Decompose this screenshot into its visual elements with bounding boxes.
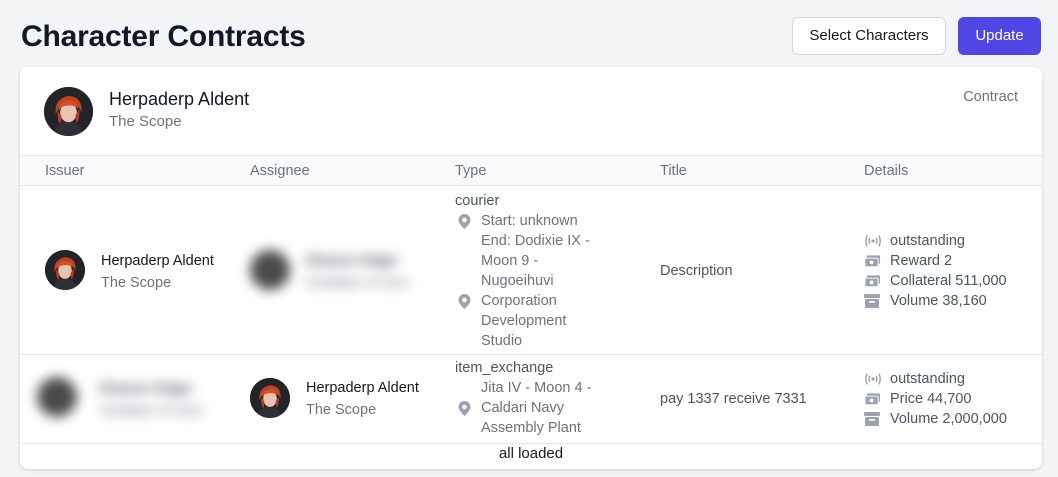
detail-status: outstanding xyxy=(864,231,1007,251)
start-line: Caldari Navy xyxy=(481,400,564,416)
issuer-avatar xyxy=(45,250,85,290)
avatar xyxy=(44,87,93,136)
character-corp: The Scope xyxy=(109,113,182,130)
column-assignee: Assignee xyxy=(250,163,310,179)
start-line: Jita IV - Moon 4 - xyxy=(481,380,592,396)
cash-icon xyxy=(864,255,881,268)
character-header: Herpaderp Aldent The Scope Contract xyxy=(20,67,1042,156)
detail-text: Volume 38,160 xyxy=(890,293,987,309)
archive-box-icon xyxy=(864,412,880,426)
detail-volume: Volume 2,000,000 xyxy=(864,409,1007,429)
update-button[interactable]: Update xyxy=(958,17,1041,55)
type-label: courier xyxy=(455,193,500,209)
detail-text: Collateral 511,000 xyxy=(890,273,1007,289)
end-line: Nugoeihuvi xyxy=(481,273,554,289)
character-portrait-icon xyxy=(44,87,93,136)
page-header: Character Contracts Select Characters Up… xyxy=(21,17,1041,57)
map-pin-icon xyxy=(458,401,471,416)
issuer-avatar xyxy=(37,377,77,417)
character-name: Herpaderp Aldent xyxy=(109,89,250,109)
assignee-avatar xyxy=(250,250,290,290)
page-title: Character Contracts xyxy=(21,20,306,53)
map-pin-icon xyxy=(458,214,471,229)
assignee-name[interactable]: Herpaderp Aldent xyxy=(306,378,419,398)
contract-type: item_exchange Jita IV - Moon 4 - Caldari… xyxy=(455,358,645,438)
select-characters-button[interactable]: Select Characters xyxy=(792,17,946,55)
contract-title: Description xyxy=(660,263,733,279)
cash-icon xyxy=(864,393,881,406)
detail-text: outstanding xyxy=(890,371,965,387)
detail-reward: Reward 2 xyxy=(864,251,1007,271)
issuer-corp: The Scope xyxy=(101,275,172,291)
issuer-name[interactable]: Herpaderp Aldent xyxy=(101,251,214,271)
end-line: Moon 9 - xyxy=(481,253,539,269)
detail-text: Reward 2 xyxy=(890,253,953,269)
end-line: Corporation xyxy=(481,293,557,309)
start-text: Start: unknown xyxy=(481,213,578,229)
start-line: Assembly Plant xyxy=(481,420,581,436)
type-label: item_exchange xyxy=(455,360,554,376)
issuer-corp: Goddam of Giro xyxy=(100,403,204,419)
end-line: Development xyxy=(481,313,567,329)
map-pin-icon xyxy=(458,294,471,309)
table-row: Herpaderp Aldent The Scope Eleanor Edger… xyxy=(20,186,1042,355)
archive-box-icon xyxy=(864,294,880,308)
column-title: Title xyxy=(660,163,687,179)
column-details: Details xyxy=(864,163,909,179)
detail-status: outstanding xyxy=(864,369,1007,389)
end-line: Studio xyxy=(481,333,523,349)
contract-details: outstanding Price 44,700 Volume 2,000,00… xyxy=(864,369,1007,429)
assignee-corp: Goddam of Giro xyxy=(306,275,410,291)
contract-details: outstanding Reward 2 Collateral 511,000 xyxy=(864,231,1007,311)
table-header: Issuer Assignee Type Title Details xyxy=(20,156,1042,186)
start-location: Start: unknown xyxy=(455,211,645,231)
column-type: Type xyxy=(455,163,487,179)
issuer-name: Eleanor Edger xyxy=(100,381,193,397)
detail-text: outstanding xyxy=(890,233,965,249)
assignee-name: Eleanor Edger xyxy=(306,253,399,269)
column-issuer: Issuer xyxy=(45,163,85,179)
start-location: Jita IV - Moon 4 - Caldari Navy Assembly… xyxy=(455,378,645,438)
detail-text: Price 44,700 xyxy=(890,391,972,407)
end-line: End: Dodixie IX - xyxy=(481,233,590,249)
contracts-card: Herpaderp Aldent The Scope Contract Issu… xyxy=(20,67,1042,469)
character-portrait-icon xyxy=(45,250,85,290)
contract-title: pay 1337 receive 7331 xyxy=(660,391,807,407)
assignee-corp: The Scope xyxy=(306,402,377,418)
cash-icon xyxy=(864,275,881,288)
character-portrait-icon xyxy=(250,378,290,418)
table-row: Eleanor Edger Goddam of Giro Herpaderp A… xyxy=(20,355,1042,444)
detail-collateral: Collateral 511,000 xyxy=(864,271,1007,291)
contract-type: courier Start: unknown End: Dodixie IX -… xyxy=(455,191,645,351)
assignee-avatar xyxy=(250,378,290,418)
broadcast-icon xyxy=(865,235,881,247)
end-location: End: Dodixie IX - Moon 9 - Nugoeihuvi Co… xyxy=(455,231,645,351)
contract-label: Contract xyxy=(963,89,1018,105)
load-status: all loaded xyxy=(498,445,564,462)
detail-text: Volume 2,000,000 xyxy=(890,411,1007,427)
broadcast-icon xyxy=(865,373,881,385)
detail-price: Price 44,700 xyxy=(864,389,1007,409)
detail-volume: Volume 38,160 xyxy=(864,291,1007,311)
